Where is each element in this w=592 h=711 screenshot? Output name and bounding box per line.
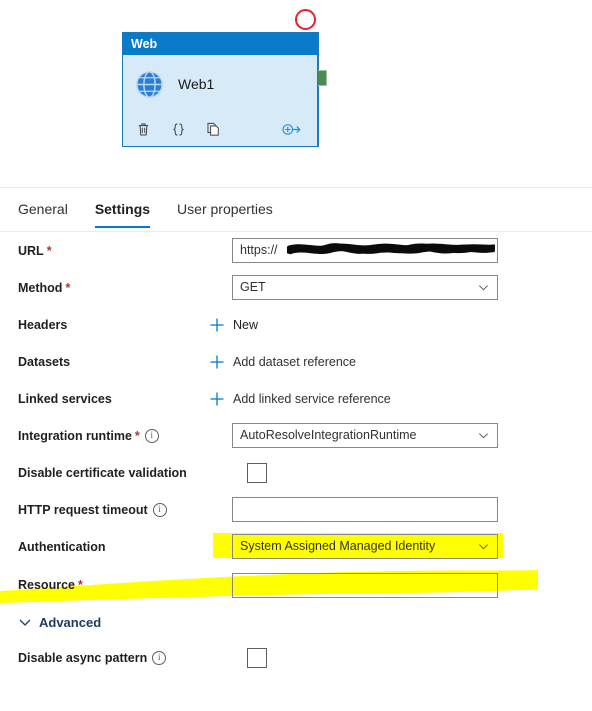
authentication-value: System Assigned Managed Identity — [240, 539, 436, 553]
label-headers: Headers — [18, 317, 68, 332]
row-method: Method * GET — [0, 269, 592, 306]
canvas-panel-divider — [0, 187, 592, 188]
row-authentication: Authentication System Assigned Managed I… — [0, 528, 592, 565]
info-icon[interactable]: i — [152, 650, 167, 665]
chevron-down-icon — [478, 535, 489, 558]
chevron-down-icon — [18, 615, 32, 629]
row-url: URL * https:// — [0, 232, 592, 269]
red-circle-annotation — [295, 9, 316, 30]
label-disable-async-pattern: Disable async pattern i — [18, 650, 232, 665]
control-disable-async-pattern — [232, 647, 267, 668]
row-datasets: Datasets Add dataset reference — [0, 343, 592, 380]
method-dropdown-value: GET — [240, 280, 266, 294]
tab-user-properties[interactable]: User properties — [177, 196, 273, 228]
tab-settings[interactable]: Settings — [94, 196, 151, 228]
activity-card-header: Web — [123, 33, 317, 55]
label-integration-runtime-text: Integration runtime — [18, 428, 132, 443]
disable-async-pattern-checkbox[interactable] — [247, 647, 267, 668]
http-request-timeout-input[interactable] — [232, 497, 498, 522]
control-headers: New — [210, 316, 258, 334]
method-dropdown[interactable]: GET — [232, 275, 498, 300]
required-marker: * — [46, 243, 52, 258]
chevron-down-icon — [478, 276, 489, 299]
plus-icon — [208, 353, 226, 371]
control-http-request-timeout — [232, 497, 498, 522]
control-datasets: Add dataset reference — [210, 353, 356, 371]
copy-icon[interactable] — [205, 121, 222, 138]
label-linked-services: Linked services — [18, 391, 112, 406]
required-marker: * — [77, 578, 83, 592]
row-linked-services: Linked services Add linked service refer… — [0, 380, 592, 417]
integration-runtime-value: AutoResolveIntegrationRuntime — [240, 428, 417, 442]
control-method: GET — [232, 275, 498, 300]
integration-runtime-dropdown[interactable]: AutoResolveIntegrationRuntime — [232, 423, 498, 448]
add-dataset-reference-button[interactable]: Add dataset reference — [208, 353, 356, 371]
resource-input[interactable] — [232, 572, 498, 598]
settings-form: URL * https:// Method * GET Headers New … — [0, 232, 592, 676]
add-dataset-reference-label: Add dataset reference — [233, 354, 356, 369]
trash-icon[interactable] — [135, 121, 152, 138]
label-resource: Resource * — [18, 578, 232, 592]
label-method: Method * — [18, 281, 232, 295]
row-disable-certificate-validation: Disable certificate validation — [0, 454, 592, 491]
row-disable-async-pattern: Disable async pattern i — [0, 639, 592, 676]
control-authentication: System Assigned Managed Identity — [232, 534, 498, 559]
label-authentication: Authentication — [18, 539, 106, 554]
globe-icon — [135, 70, 164, 99]
url-input[interactable]: https:// — [232, 238, 498, 263]
pipeline-canvas: Web Web1 — [0, 0, 592, 187]
label-disable-async-pattern-text: Disable async pattern — [18, 650, 148, 665]
label-resource-text: Resource — [18, 578, 75, 592]
row-http-request-timeout: HTTP request timeout i — [0, 491, 592, 528]
label-datasets: Datasets — [18, 354, 71, 369]
add-arrow-icon[interactable] — [281, 121, 303, 138]
add-linked-service-reference-button[interactable]: Add linked service reference — [208, 390, 391, 408]
label-method-text: Method — [18, 280, 63, 295]
label-http-request-timeout-text: HTTP request timeout — [18, 502, 148, 517]
activity-card-title: Web1 — [178, 76, 215, 92]
chevron-down-icon — [478, 424, 489, 447]
plus-icon — [208, 390, 226, 408]
required-marker: * — [65, 280, 71, 295]
info-icon[interactable]: i — [152, 502, 167, 517]
control-disable-certificate-validation — [232, 462, 267, 483]
tab-general[interactable]: General — [18, 196, 68, 228]
info-icon[interactable]: i — [144, 428, 159, 443]
add-linked-service-reference-label: Add linked service reference — [233, 391, 391, 406]
settings-tabs: General Settings User properties — [0, 196, 592, 231]
authentication-dropdown[interactable]: System Assigned Managed Identity — [232, 534, 498, 559]
control-url: https:// — [232, 238, 498, 263]
activity-card-footer — [123, 113, 317, 146]
row-headers: Headers New — [0, 306, 592, 343]
add-header-label: New — [233, 317, 259, 332]
row-resource: Resource * — [0, 565, 592, 605]
advanced-label: Advanced — [39, 614, 102, 630]
label-url-text: URL — [18, 243, 44, 258]
web-activity-card[interactable]: Web Web1 — [122, 32, 318, 147]
plus-icon — [208, 316, 226, 334]
label-http-request-timeout: HTTP request timeout i — [18, 502, 232, 517]
control-linked-services: Add linked service reference — [210, 390, 391, 408]
activity-card-body: Web1 — [123, 55, 317, 113]
control-resource — [232, 572, 498, 598]
label-integration-runtime: Integration runtime * i — [18, 428, 232, 443]
label-disable-certificate-validation: Disable certificate validation — [18, 465, 187, 480]
add-header-button[interactable]: New — [208, 316, 258, 334]
row-integration-runtime: Integration runtime * i AutoResolveInteg… — [0, 417, 592, 454]
label-url: URL * — [18, 244, 232, 258]
control-integration-runtime: AutoResolveIntegrationRuntime — [232, 423, 498, 448]
curly-braces-icon[interactable] — [170, 121, 187, 138]
required-marker: * — [134, 428, 140, 443]
advanced-section-toggle[interactable]: Advanced — [0, 605, 592, 639]
disable-certificate-validation-checkbox[interactable] — [247, 462, 267, 483]
